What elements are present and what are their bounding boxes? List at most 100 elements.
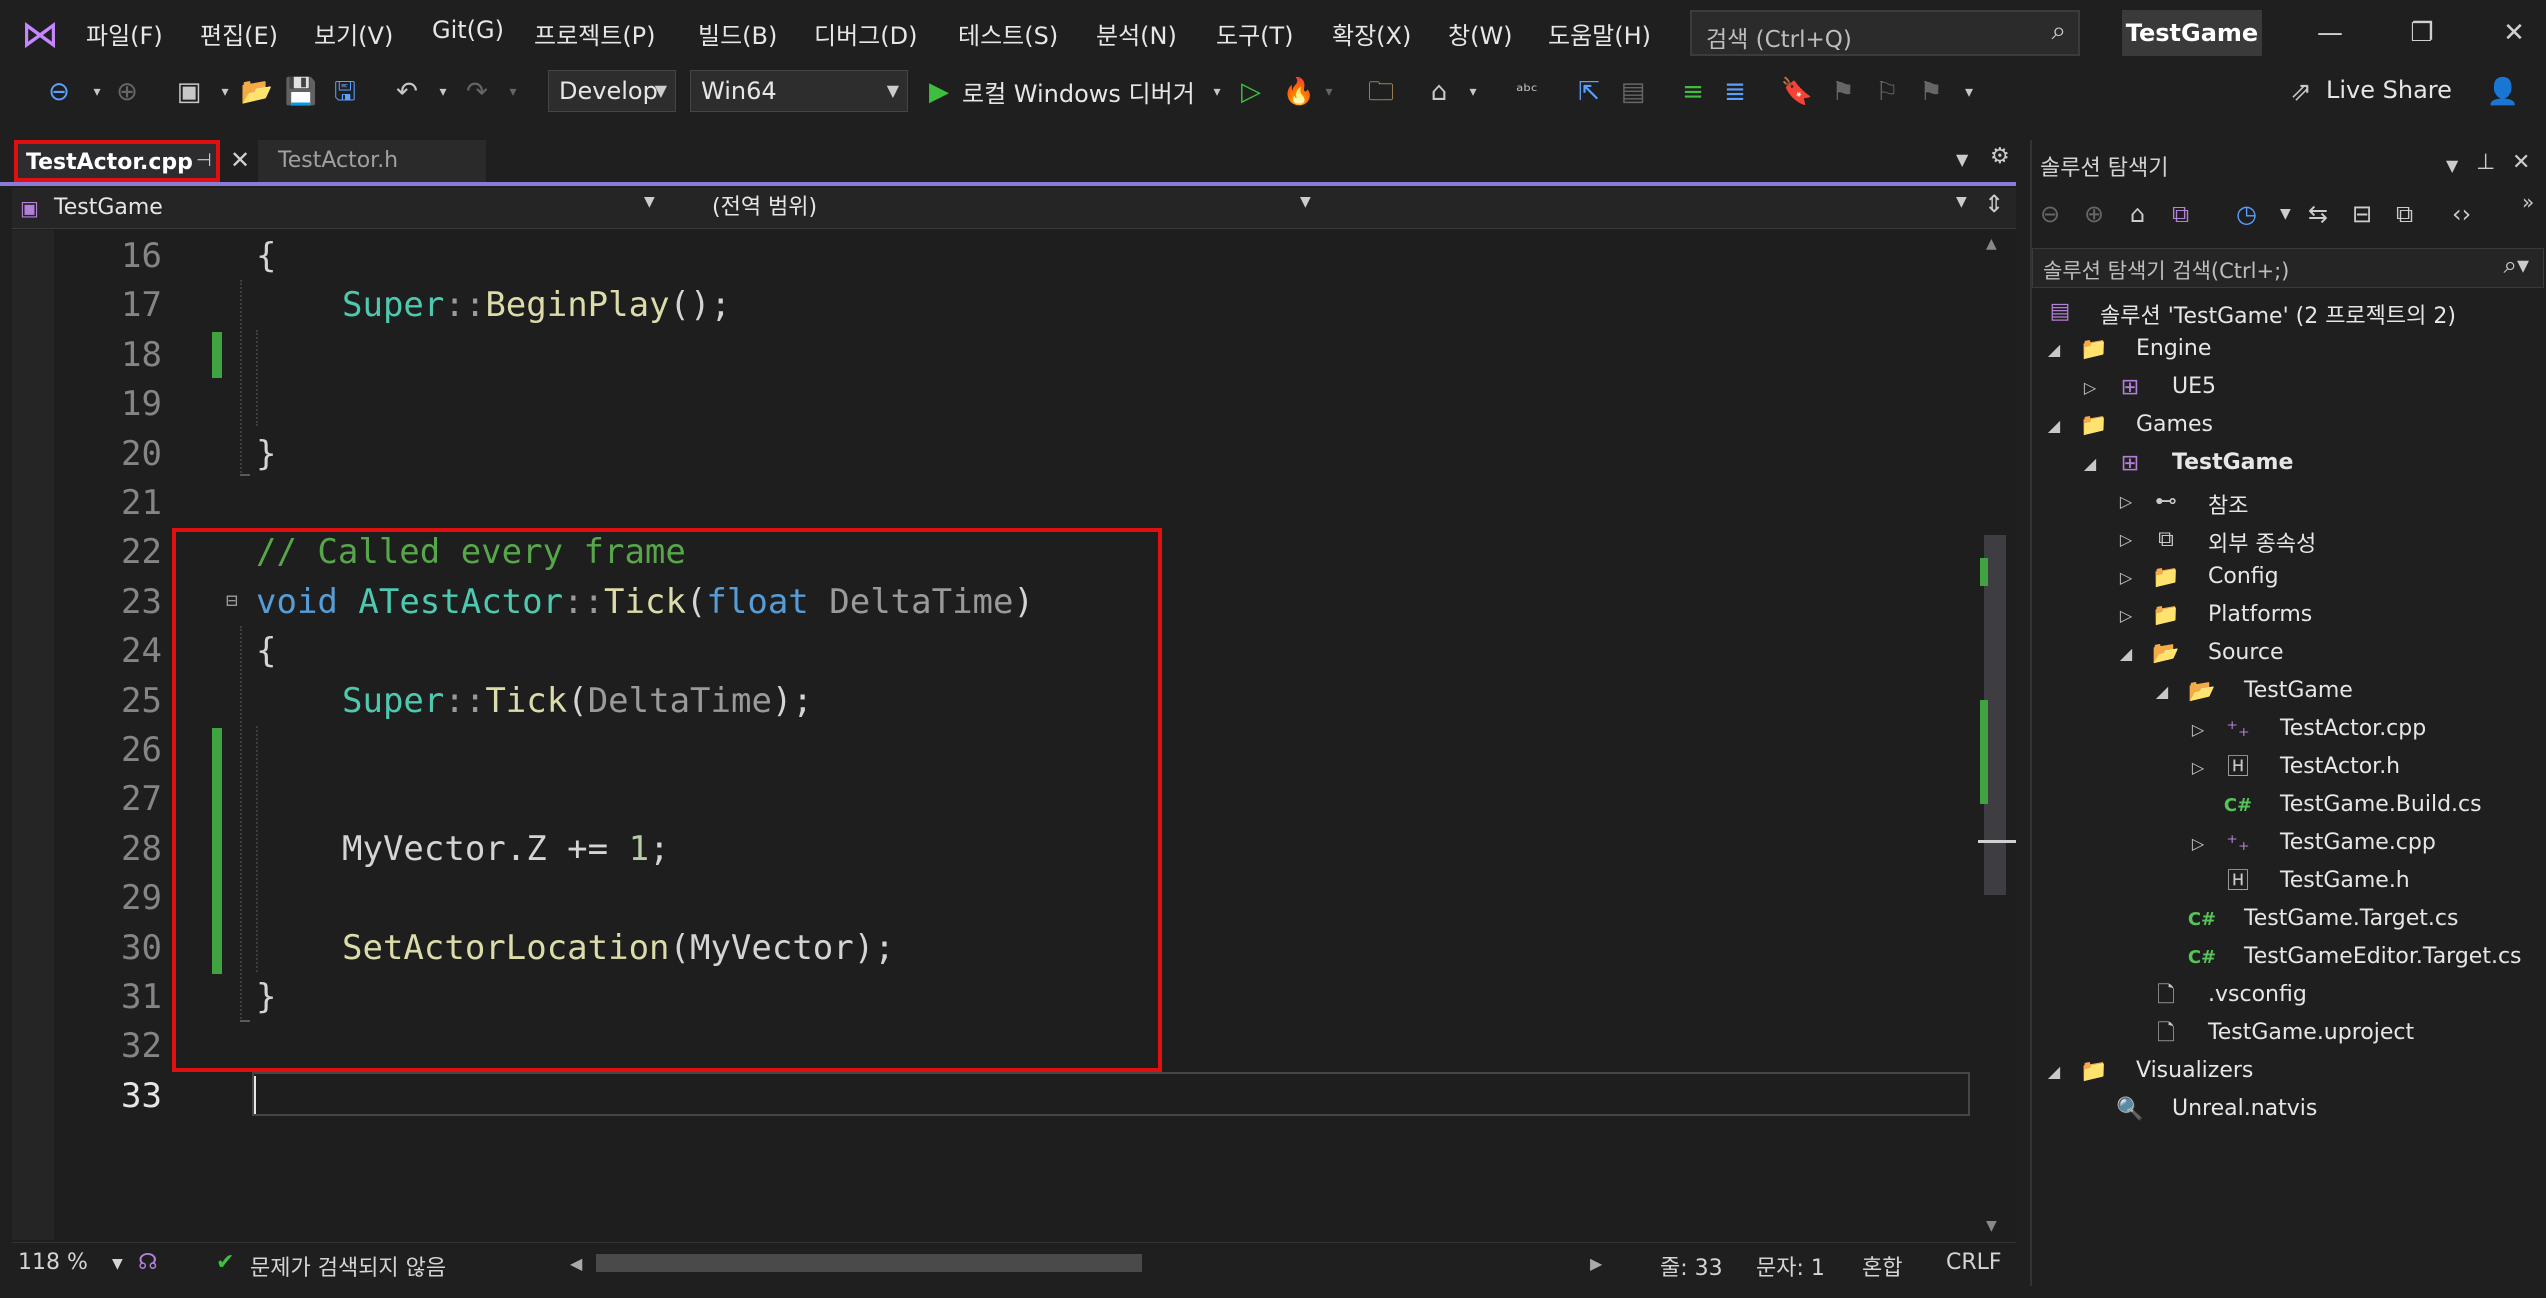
home-icon[interactable]: ⌂ — [2130, 200, 2145, 228]
redo-dropdown-icon[interactable]: ▾ — [496, 72, 530, 112]
start-debugging-icon[interactable]: ▶ — [922, 72, 956, 112]
tree-item-engine[interactable]: ◢ 📁 Engine — [2030, 332, 2546, 370]
minimize-icon[interactable]: — — [2300, 10, 2360, 56]
expander-icon[interactable]: ▷ — [2188, 716, 2208, 744]
undo-icon[interactable]: ↶ — [390, 72, 424, 112]
platform-dropdown[interactable]: Win64 ▼ — [690, 70, 908, 112]
tree-item-platforms[interactable]: ▷ 📁 Platforms — [2030, 598, 2546, 636]
line-ending-indicator[interactable]: CRLF — [1946, 1250, 2002, 1275]
menu-view[interactable]: 보기(V) — [314, 16, 393, 51]
tab-testactor-cpp[interactable]: TestActor.cpp ⊣ — [14, 140, 220, 182]
save-icon[interactable]: 💾 — [284, 72, 318, 112]
pending-changes-filter-icon[interactable]: ◷ — [2236, 200, 2257, 228]
chevron-down-icon[interactable]: ▼ — [644, 194, 655, 210]
tree-item-solution[interactable]: ▤ 솔루션 'TestGame' (2 프로젝트의 2) — [2030, 294, 2546, 332]
gear-icon[interactable]: ⚙ — [1990, 144, 2010, 169]
tree-item-source[interactable]: ◢ 📂 Source — [2030, 636, 2546, 674]
toolbar-overflow-icon[interactable]: ▾ — [1952, 72, 1986, 112]
project-scope-dropdown[interactable]: TestGame — [54, 190, 163, 226]
menu-extensions[interactable]: 확장(X) — [1332, 16, 1411, 51]
tree-item-testgame-target-cs[interactable]: C# TestGame.Target.cs — [2030, 902, 2546, 940]
account-icon[interactable]: 👤 — [2486, 72, 2520, 112]
restore-icon[interactable]: ❐ — [2392, 10, 2452, 56]
scroll-up-icon[interactable]: ▲ — [1986, 236, 1997, 252]
menu-edit[interactable]: 편집(E) — [200, 16, 278, 51]
back-dropdown-icon[interactable]: ▾ — [80, 72, 114, 112]
switch-views-icon[interactable]: ⧉ — [2172, 200, 2189, 228]
solution-explorer-search[interactable]: 솔루션 탐색기 검색(Ctrl+;) ⌕▾ — [2032, 248, 2544, 288]
pin-icon[interactable]: ⊣ — [196, 150, 212, 171]
find-in-files-icon[interactable]: 🗀 — [1364, 72, 1398, 112]
close-window-icon[interactable]: ✕ — [2484, 10, 2544, 56]
chevron-down-icon[interactable]: ▼ — [1300, 194, 1311, 210]
undo-dropdown-icon[interactable]: ▾ — [426, 72, 460, 112]
expander-icon[interactable]: ▷ — [2188, 830, 2208, 858]
tree-item-testgame-project[interactable]: ◢ ⊞ TestGame — [2030, 446, 2546, 484]
back-icon[interactable]: ⊖ — [2040, 200, 2060, 228]
expander-icon[interactable]: ◢ — [2044, 336, 2064, 364]
navigate-forward-icon[interactable]: ⊕ — [110, 72, 144, 112]
tree-item-vsconfig[interactable]: 🗋 .vsconfig — [2030, 978, 2546, 1016]
navigate-back-icon[interactable]: ⊖ — [42, 72, 76, 112]
close-tab-icon[interactable]: ✕ — [230, 146, 250, 174]
tree-item-testgame-cpp[interactable]: ▷ ⁺₊ TestGame.cpp — [2030, 826, 2546, 864]
global-search-box[interactable]: 검색 (Ctrl+Q) ⌕ — [1690, 10, 2080, 56]
split-window-icon[interactable]: ⇕ — [1984, 190, 2004, 218]
tree-item-testactor-h[interactable]: ▷ 🄷 TestActor.h — [2030, 750, 2546, 788]
spell-check-icon[interactable]: ᵃᵇᶜ — [1510, 72, 1544, 112]
tab-list-dropdown-icon[interactable]: ▼ — [1956, 150, 1968, 169]
member-dropdown-icon[interactable]: ▼ — [1956, 194, 1967, 210]
prev-bookmark-icon[interactable]: ⚑ — [1826, 72, 1860, 112]
forward-icon[interactable]: ⊕ — [2084, 200, 2104, 228]
sync-icon[interactable]: ⇆ — [2308, 200, 2328, 228]
menu-test[interactable]: 테스트(S) — [958, 16, 1058, 51]
hot-reload-dropdown-icon[interactable]: ▾ — [1312, 72, 1346, 112]
expander-icon[interactable]: ◢ — [2080, 450, 2100, 478]
code-view-icon[interactable]: ‹› — [2452, 200, 2471, 228]
start-without-debugging-icon[interactable]: ▷ — [1234, 72, 1268, 112]
expander-icon[interactable]: ◢ — [2116, 640, 2136, 668]
tree-item-natvis[interactable]: 🔍 Unreal.natvis — [2030, 1092, 2546, 1130]
expander-icon[interactable]: ▷ — [2080, 374, 2100, 402]
scroll-right-icon[interactable]: ▶ — [1590, 1254, 1602, 1273]
scroll-left-icon[interactable]: ◀ — [570, 1254, 582, 1273]
menu-tools[interactable]: 도구(T) — [1216, 16, 1294, 51]
next-bookmark-icon[interactable]: ⚐ — [1870, 72, 1904, 112]
start-debugging-button[interactable]: 로컬 Windows 디버거 — [962, 74, 1195, 109]
redo-icon[interactable]: ↷ — [460, 72, 494, 112]
tree-item-testgame-h[interactable]: 🄷 TestGame.h — [2030, 864, 2546, 902]
visual-studio-logo-icon[interactable]: ⋈ — [18, 12, 62, 56]
tree-item-visualizers[interactable]: ◢ 📁 Visualizers — [2030, 1054, 2546, 1092]
tree-item-testgameeditor-target-cs[interactable]: C# TestGameEditor.Target.cs — [2030, 940, 2546, 978]
show-all-files-icon[interactable]: ⧉ — [2396, 200, 2413, 228]
tree-item-games[interactable]: ◢ 📁 Games — [2030, 408, 2546, 446]
collapse-all-icon[interactable]: ⊟ — [2352, 200, 2372, 228]
whitespace-mode[interactable]: 혼합 — [1862, 1250, 1902, 1282]
tree-item-ue5[interactable]: ▷ ⊞ UE5 — [2030, 370, 2546, 408]
select-icon[interactable]: ⇱ — [1572, 72, 1606, 112]
menu-git[interactable]: Git(G) — [432, 16, 504, 44]
menu-file[interactable]: 파일(F) — [86, 16, 163, 51]
configuration-dropdown[interactable]: Develop ▼ — [548, 70, 676, 112]
issues-status[interactable]: 문제가 검색되지 않음 — [250, 1250, 446, 1282]
line-indicator[interactable]: 줄: 33 — [1660, 1250, 1723, 1282]
tab-testactor-h[interactable]: TestActor.h — [258, 140, 486, 182]
open-file-icon[interactable]: 📂 — [240, 72, 274, 112]
expander-icon[interactable]: ▷ — [2116, 564, 2136, 592]
new-item-icon[interactable]: ▣ — [172, 72, 206, 112]
menu-help[interactable]: 도움말(H) — [1548, 16, 1651, 51]
expander-icon[interactable]: ▷ — [2116, 526, 2136, 554]
pin-icon[interactable]: ⊥ — [2476, 150, 2495, 175]
expander-icon[interactable]: ▷ — [2116, 488, 2136, 516]
filter-dropdown-icon[interactable]: ▼ — [2280, 206, 2291, 222]
menu-build[interactable]: 빌드(B) — [698, 16, 777, 51]
zoom-chevron-down-icon[interactable]: ▼ — [112, 1256, 123, 1272]
overflow-icon[interactable]: » — [2522, 190, 2534, 214]
tree-item-config[interactable]: ▷ 📁 Config — [2030, 560, 2546, 598]
live-share-button[interactable]: Live Share — [2326, 76, 2452, 104]
expander-icon[interactable]: ▷ — [2188, 754, 2208, 782]
layout-icon[interactable]: ⌂ — [1422, 72, 1456, 112]
bookmark-icon[interactable]: 🔖 — [1780, 72, 1814, 112]
tree-item-uproject[interactable]: 🗋 TestGame.uproject — [2030, 1016, 2546, 1054]
expander-icon[interactable]: ◢ — [2152, 678, 2172, 706]
